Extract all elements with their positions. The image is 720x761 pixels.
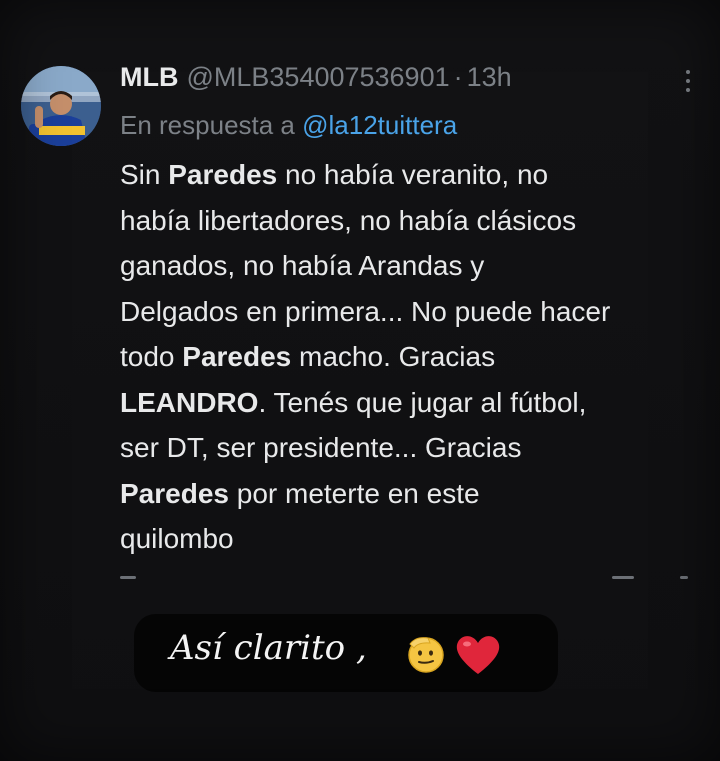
tweet-text-line: Sin Paredes no había veranito, no [120,152,715,198]
reply-context: En respuesta a @la12tuittera [120,110,457,141]
tweet-text-line: había libertadores, no había clásicos [120,198,715,244]
more-options-button[interactable] [680,70,696,100]
bold-text-segment: Paredes [168,159,278,190]
text-segment: macho. Gracias [291,341,496,372]
text-segment: Sin [120,159,169,190]
text-segment: Delgados en primera... No puede hacer [120,295,611,327]
header-separator: · [453,62,463,92]
saluting-face-icon [408,637,444,673]
cropped-line-fragment [612,576,634,579]
reply-mention-link[interactable]: @la12tuittera [302,110,457,140]
tweet-text-line: LEANDRO. Tenés que jugar al fútbol, [120,380,715,426]
tweet-text-line: quilombo [120,516,715,562]
bold-text-segment: Paredes [182,341,292,372]
cropped-line-fragment [120,576,136,579]
tweet-card[interactable]: MLB @MLB354007536901 · 13h En respuesta … [0,0,720,600]
tweet-text-line: todo Paredes macho. Gracias [120,334,715,380]
tweet-text-line: Delgados en primera... No puede hacer [120,289,715,335]
author-handle[interactable]: @MLB354007536901 [186,62,449,93]
tweet-text-line: Paredes por meterte en este [120,471,715,517]
tweet-timestamp[interactable]: 13h [467,62,512,93]
text-segment: no había veranito, no [277,159,549,190]
text-segment: había libertadores, no había clásicos [120,204,577,236]
tweet-text-line: ganados, no había Arandas y [120,243,715,289]
text-segment: . Tenés que jugar al fútbol, [258,386,587,418]
reply-prefix: En respuesta a [120,110,295,140]
author-name[interactable]: MLB [120,62,178,93]
text-segment: todo [120,341,183,372]
cropped-line-fragment [680,576,688,579]
author-avatar[interactable] [21,66,101,146]
tweet-text: Sin Paredes no había veranito, no había l… [120,152,715,562]
caption-text: Así clarito , [170,628,367,668]
bold-text-segment: Paredes [120,477,229,509]
bold-text-segment: LEANDRO [120,386,259,418]
text-segment: por meterte en este [228,477,480,509]
text-segment: ser DT, ser presidente... Gracias [120,432,522,463]
red-heart-icon [456,636,500,674]
more-vertical-icon [680,70,696,92]
tweet-text-line: ser DT, ser presidente... Gracias [120,425,715,471]
screenshot-stage: MLB @MLB354007536901 · 13h En respuesta … [0,0,720,761]
text-segment: quilombo [120,523,234,554]
story-caption: Así clarito , [134,614,558,692]
avatar-image [21,66,101,146]
text-segment: ganados, no había Arandas y [120,250,485,281]
tweet-header: MLB @MLB354007536901 · 13h [120,62,512,102]
